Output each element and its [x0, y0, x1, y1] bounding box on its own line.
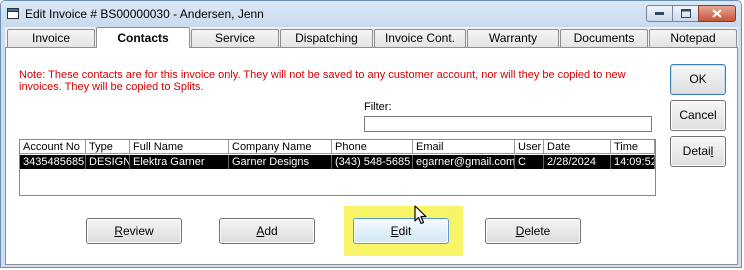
tab-label: Invoice	[31, 31, 71, 45]
tab-label: Dispatching	[295, 31, 358, 45]
cell-email: egarner@gmail.com	[413, 155, 515, 169]
column-header-user[interactable]: User	[515, 140, 544, 154]
detail-button-label: Detail	[682, 144, 714, 158]
edit-button-label: Edit	[390, 224, 412, 238]
cell-full-name: Elektra Garner	[130, 155, 229, 169]
review-button[interactable]: Review	[86, 218, 182, 244]
maximize-icon	[680, 9, 691, 18]
minimize-button[interactable]	[646, 5, 673, 22]
table-row[interactable]: 3435485685 DESIGNE Elektra Garner Garner…	[20, 155, 655, 169]
filter-label: Filter:	[364, 101, 392, 113]
column-header-company-name[interactable]: Company Name	[229, 140, 332, 154]
column-header-date[interactable]: Date	[544, 140, 611, 154]
mouse-pointer-icon	[414, 205, 427, 225]
column-header-type[interactable]: Type	[86, 140, 130, 154]
tab-label: Service	[214, 31, 255, 45]
ok-button-label: OK	[689, 72, 707, 86]
tab-strip: Invoice Contacts Service Dispatching Inv…	[5, 27, 738, 48]
cell-user: C	[515, 155, 544, 169]
tab-label: Warranty	[488, 31, 538, 45]
tab-service[interactable]: Service	[191, 29, 279, 47]
minimize-icon	[655, 12, 664, 15]
column-header-account-no[interactable]: Account No	[20, 140, 86, 154]
cell-time: 14:09:52	[611, 155, 655, 169]
edit-button[interactable]: Edit	[353, 218, 449, 244]
column-header-email[interactable]: Email	[413, 140, 515, 154]
close-button[interactable]	[698, 5, 736, 22]
contacts-grid[interactable]: Account No Type Full Name Company Name P…	[19, 139, 656, 196]
window-title: Edit Invoice # BS00000030 - Andersen, Je…	[25, 7, 264, 21]
maximize-button[interactable]	[672, 5, 699, 22]
column-header-time[interactable]: Time	[611, 140, 655, 154]
tab-label: Contacts	[117, 31, 169, 45]
tab-label: Notepad	[670, 31, 716, 45]
tab-dispatching[interactable]: Dispatching	[280, 29, 373, 47]
tab-label: Documents	[573, 31, 635, 45]
tab-documents[interactable]: Documents	[560, 29, 648, 47]
title-bar[interactable]: Edit Invoice # BS00000030 - Andersen, Je…	[1, 1, 741, 27]
edit-invoice-window: Edit Invoice # BS00000030 - Andersen, Je…	[0, 0, 742, 268]
cell-date: 2/28/2024	[544, 155, 611, 169]
tab-notepad[interactable]: Notepad	[649, 29, 737, 47]
grid-header: Account No Type Full Name Company Name P…	[20, 140, 655, 154]
add-button[interactable]: Add	[219, 218, 315, 244]
client-area: Invoice Contacts Service Dispatching Inv…	[5, 27, 738, 265]
filter-input[interactable]	[364, 116, 652, 132]
cell-type: DESIGNE	[86, 155, 130, 169]
delete-button-label: Delete	[515, 224, 551, 238]
column-header-phone[interactable]: Phone	[332, 140, 413, 154]
tab-invoice[interactable]: Invoice	[7, 29, 95, 47]
column-header-full-name[interactable]: Full Name	[130, 140, 229, 154]
add-button-label: Add	[256, 224, 278, 238]
review-button-label: Review	[114, 224, 154, 238]
cell-company-name: Garner Designs	[229, 155, 332, 169]
contacts-note: Note: These contacts are for this invoic…	[19, 69, 626, 93]
ok-button[interactable]: OK	[670, 64, 726, 95]
app-window-icon	[7, 8, 19, 19]
tab-invoice-cont[interactable]: Invoice Cont.	[374, 29, 466, 47]
tab-contacts[interactable]: Contacts	[96, 27, 190, 48]
cancel-button[interactable]: Cancel	[670, 100, 726, 131]
detail-button[interactable]: Detail	[670, 136, 726, 167]
contacts-panel: Note: These contacts are for this invoic…	[5, 47, 738, 265]
close-icon	[712, 9, 722, 18]
cell-account-no: 3435485685	[20, 155, 86, 169]
cell-phone: (343) 548-5685	[332, 155, 413, 169]
tab-label: Invoice Cont.	[384, 31, 456, 45]
cancel-button-label: Cancel	[679, 108, 717, 122]
tab-warranty[interactable]: Warranty	[467, 29, 559, 47]
delete-button[interactable]: Delete	[485, 218, 581, 244]
